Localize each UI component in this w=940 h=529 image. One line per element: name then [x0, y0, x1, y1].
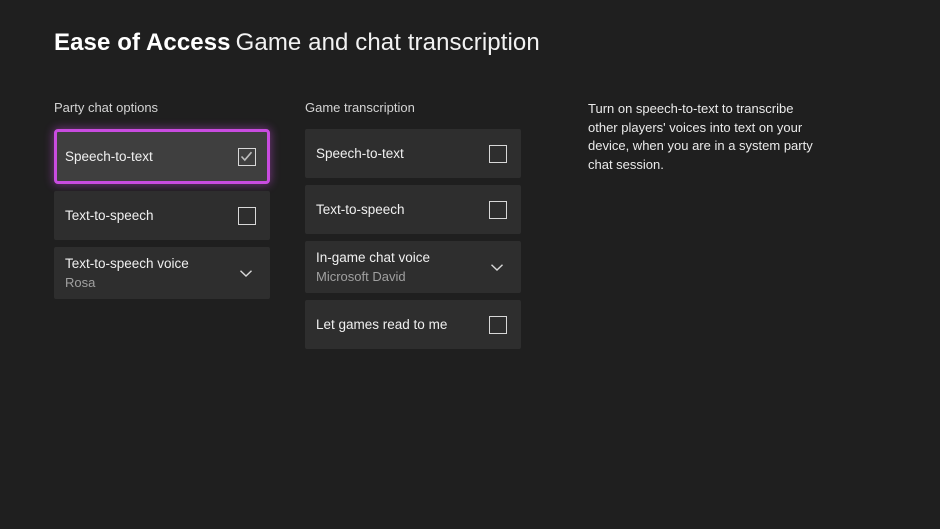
- label-wrap: Text-to-speech: [65, 207, 238, 225]
- setting-value: Rosa: [65, 275, 96, 290]
- chevron-down-icon[interactable]: [236, 263, 256, 283]
- checkbox-unchecked-icon[interactable]: [489, 200, 507, 219]
- setting-label: Speech-to-text: [316, 145, 404, 161]
- setting-row-party-text-to-speech[interactable]: Text-to-speech: [54, 191, 270, 240]
- label-wrap: In-game chat voice Microsoft David: [316, 249, 487, 285]
- checkbox-unchecked-icon[interactable]: [489, 315, 507, 334]
- chevron-down-icon[interactable]: [487, 257, 507, 277]
- checkbox-unchecked-icon[interactable]: [489, 144, 507, 163]
- setting-row-game-speech-to-text[interactable]: Speech-to-text: [305, 129, 521, 178]
- label-wrap: Text-to-speech: [316, 201, 489, 219]
- checkbox-checked-icon[interactable]: [238, 147, 256, 166]
- setting-description-text: Turn on speech-to-text to transcribe oth…: [588, 101, 813, 172]
- label-wrap: Speech-to-text: [65, 148, 238, 166]
- party-chat-options-column: Party chat options Speech-to-text Text-t…: [54, 100, 270, 299]
- label-wrap: Speech-to-text: [316, 145, 489, 163]
- setting-row-game-text-to-speech[interactable]: Text-to-speech: [305, 185, 521, 234]
- party-chat-card-list: Speech-to-text Text-to-speech Text-to-sp…: [54, 129, 270, 299]
- checkbox-unchecked-icon[interactable]: [238, 206, 256, 225]
- section-label-party-chat: Party chat options: [54, 100, 159, 115]
- setting-row-party-speech-to-text[interactable]: Speech-to-text: [54, 129, 270, 184]
- game-transcription-column: Game transcription Speech-to-text Text-t…: [305, 100, 521, 349]
- description-column: Turn on speech-to-text to transcribe oth…: [588, 100, 818, 174]
- setting-label: Text-to-speech: [65, 207, 154, 223]
- setting-label: Speech-to-text: [65, 148, 153, 164]
- setting-label: Text-to-speech: [316, 201, 405, 217]
- label-wrap: Let games read to me: [316, 316, 489, 334]
- setting-value: Microsoft David: [316, 269, 406, 284]
- breadcrumb-page: Game and chat transcription: [235, 29, 540, 56]
- setting-label: Let games read to me: [316, 316, 448, 332]
- section-label-game-transcription: Game transcription: [305, 100, 415, 115]
- setting-row-in-game-chat-voice[interactable]: In-game chat voice Microsoft David: [305, 241, 521, 293]
- setting-row-text-to-speech-voice[interactable]: Text-to-speech voice Rosa: [54, 247, 270, 299]
- game-transcription-card-list: Speech-to-text Text-to-speech In-game ch…: [305, 129, 521, 349]
- label-wrap: Text-to-speech voice Rosa: [65, 255, 236, 291]
- setting-row-let-games-read-to-me[interactable]: Let games read to me: [305, 300, 521, 349]
- setting-label: In-game chat voice: [316, 250, 431, 265]
- setting-label: Text-to-speech voice: [65, 256, 189, 271]
- page-title: Ease of Access Game and chat transcriptio…: [54, 28, 540, 58]
- breadcrumb-section: Ease of Access: [54, 29, 231, 56]
